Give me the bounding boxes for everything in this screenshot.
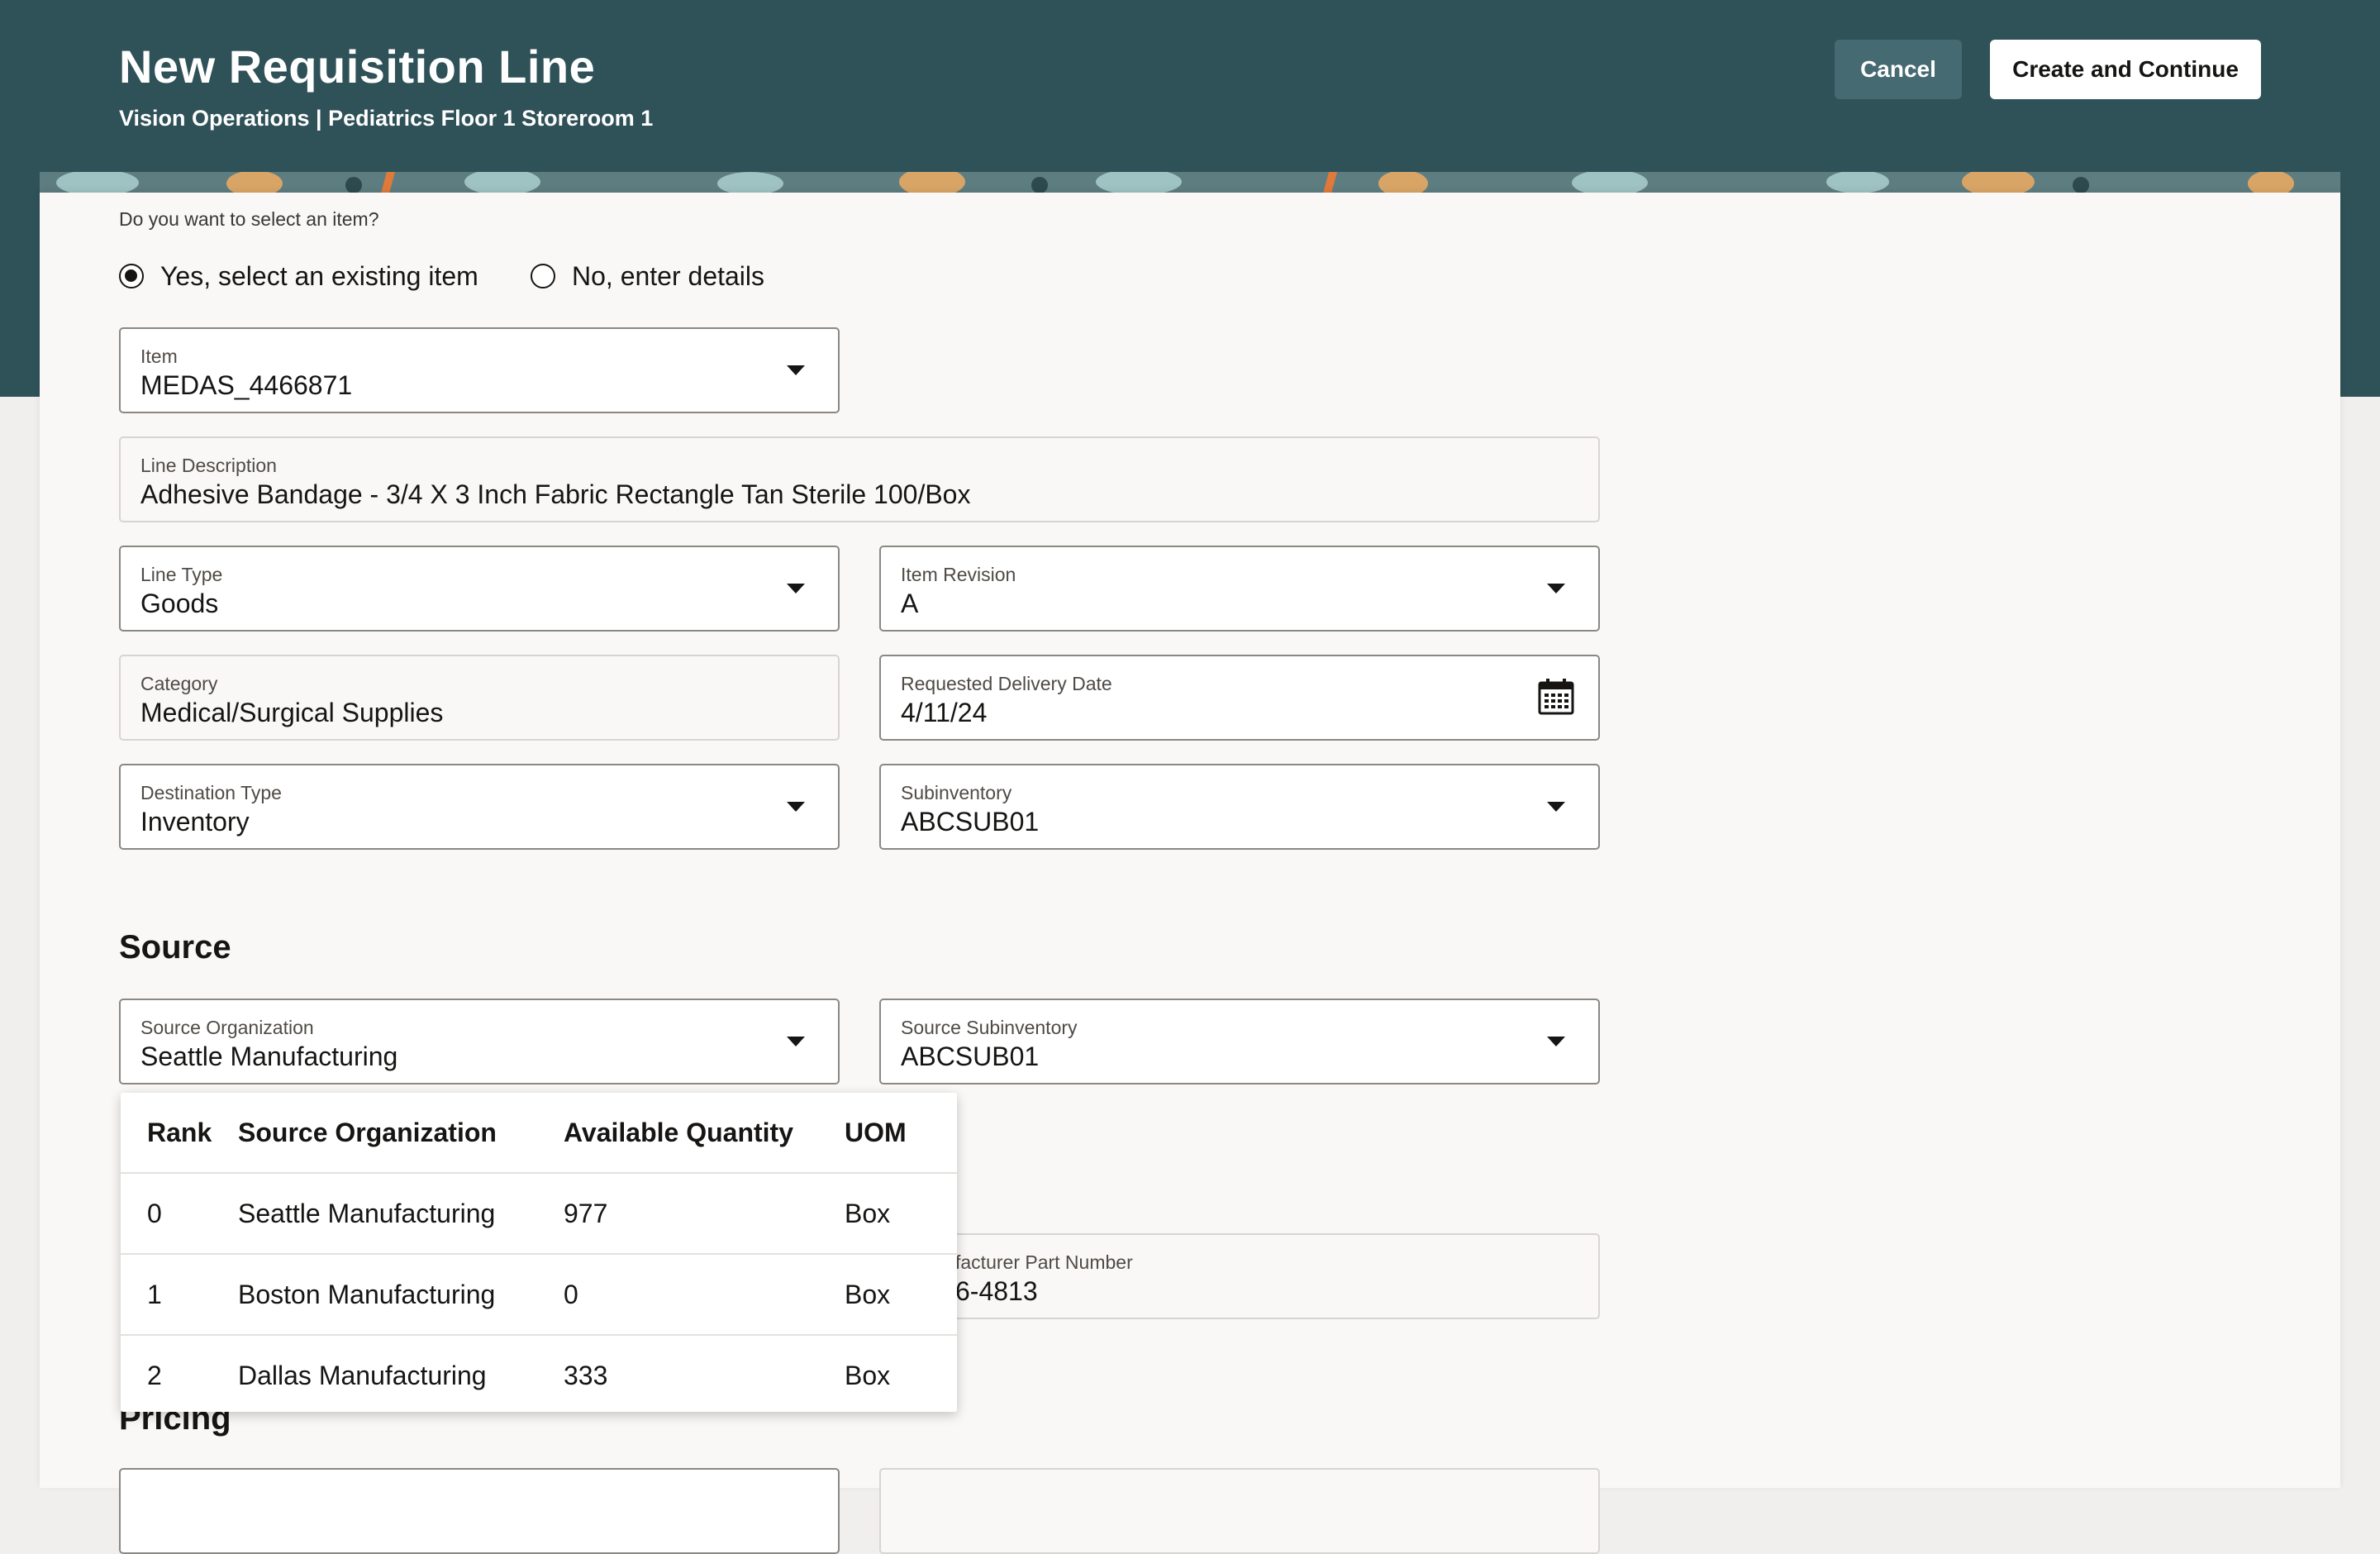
source-subinventory-select[interactable]: Source Subinventory ABCSUB01 (879, 999, 1600, 1084)
field-value: ABCSUB01 (901, 807, 1040, 837)
cell-uom: Box (845, 1360, 891, 1390)
field-value: Medical/Surgical Supplies (140, 698, 444, 727)
field-label: Item Revision (901, 564, 1016, 585)
source-organization-table: Rank Source Organization Available Quant… (121, 1093, 957, 1412)
source-section-title: Source (119, 929, 231, 965)
field-label: facturer Part Number (955, 1251, 1133, 1273)
field-value: 4/11/24 (901, 698, 988, 727)
table-header-row: Rank Source Organization Available Quant… (121, 1093, 957, 1174)
manufacturer-part-number-field: facturer Part Number 6-4813 (879, 1233, 1600, 1319)
cell-uom: Box (844, 1254, 957, 1336)
table-row[interactable]: 0 Seattle Manufacturing 977 Box (121, 1173, 957, 1255)
subinventory-select[interactable]: Subinventory ABCSUB01 (879, 764, 1600, 850)
column-header-source-organization: Source Organization (237, 1093, 563, 1174)
chevron-down-icon[interactable] (787, 802, 805, 812)
field-label: Source Subinventory (901, 1017, 1078, 1038)
column-header-uom: UOM (844, 1093, 957, 1174)
cell-uom: Box (844, 1173, 957, 1255)
item-choice-question: Do you want to select an item? (119, 208, 379, 230)
radio-enter-details[interactable]: No, enter details (531, 258, 764, 294)
field-value: Adhesive Bandage - 3/4 X 3 Inch Fabric R… (140, 479, 971, 509)
page-title: New Requisition Line (119, 41, 596, 93)
item-select[interactable]: Item MEDAS_4466871 (119, 327, 840, 413)
cell-rank: 2 (147, 1360, 162, 1390)
radio-label: Yes, select an existing item (160, 260, 478, 291)
item-revision-select[interactable]: Item Revision A (879, 546, 1600, 632)
field-value: Goods (140, 589, 219, 618)
column-header-rank: Rank (121, 1093, 237, 1174)
field-value: MEDAS_4466871 (140, 370, 353, 400)
chevron-down-icon[interactable] (787, 365, 805, 375)
cell-source-organization: Dallas Manufacturing (238, 1360, 487, 1390)
cell-source-organization: Boston Manufacturing (237, 1254, 563, 1336)
field-label: Category (140, 673, 218, 694)
field-label: Source Organization (140, 1017, 314, 1038)
chevron-down-icon[interactable] (1547, 1037, 1565, 1046)
source-organization-select[interactable]: Source Organization Seattle Manufacturin… (119, 999, 840, 1084)
cell-rank: 1 (121, 1254, 237, 1336)
radio-checked-icon (119, 264, 144, 288)
calendar-icon[interactable] (1537, 678, 1575, 716)
chevron-down-icon[interactable] (1547, 584, 1565, 593)
decorative-banner (40, 172, 2340, 193)
chevron-down-icon[interactable] (787, 1037, 805, 1046)
chevron-down-icon[interactable] (1547, 802, 1565, 812)
chevron-down-icon[interactable] (787, 584, 805, 593)
cell-available-quantity: 977 (563, 1173, 844, 1255)
line-type-select[interactable]: Line Type Goods (119, 546, 840, 632)
field-value: A (901, 589, 919, 618)
radio-unchecked-icon (531, 264, 555, 288)
destination-type-select[interactable]: Destination Type Inventory (119, 764, 840, 850)
table-row[interactable]: 1 Boston Manufacturing 0 Box (121, 1254, 957, 1336)
field-label: Requested Delivery Date (901, 673, 1112, 694)
page-subtitle: Vision Operations | Pediatrics Floor 1 S… (119, 106, 654, 131)
cancel-button[interactable]: Cancel (1835, 40, 1962, 99)
line-description-field: Line Description Adhesive Bandage - 3/4 … (119, 436, 1600, 522)
radio-label: No, enter details (572, 260, 765, 291)
field-value: Seattle Manufacturing (140, 1042, 398, 1071)
field-value: 6-4813 (955, 1276, 1038, 1306)
cell-rank: 0 (121, 1173, 237, 1255)
field-value: Inventory (140, 807, 250, 837)
field-label: Subinventory (901, 782, 1012, 803)
create-and-continue-button[interactable]: Create and Continue (1990, 40, 2261, 99)
field-value: ABCSUB01 (901, 1042, 1040, 1071)
pricing-field[interactable] (119, 1468, 840, 1554)
table-row[interactable]: 2 Dallas Manufacturing 333 Box (121, 1335, 957, 1412)
cell-source-organization: Seattle Manufacturing (237, 1173, 563, 1255)
cell-available-quantity: 333 (564, 1360, 608, 1390)
radio-select-existing-item[interactable]: Yes, select an existing item (119, 258, 478, 294)
pricing-field-readonly (879, 1468, 1600, 1554)
cell-available-quantity: 0 (563, 1254, 844, 1336)
field-label: Line Type (140, 564, 223, 585)
field-label: Item (140, 346, 178, 367)
category-field: Category Medical/Surgical Supplies (119, 655, 840, 741)
column-header-available-quantity: Available Quantity (563, 1093, 844, 1174)
field-label: Line Description (140, 455, 277, 476)
source-organization-dropdown: Rank Source Organization Available Quant… (121, 1093, 957, 1412)
requested-delivery-date-input[interactable]: Requested Delivery Date 4/11/24 (879, 655, 1600, 741)
field-label: Destination Type (140, 782, 282, 803)
